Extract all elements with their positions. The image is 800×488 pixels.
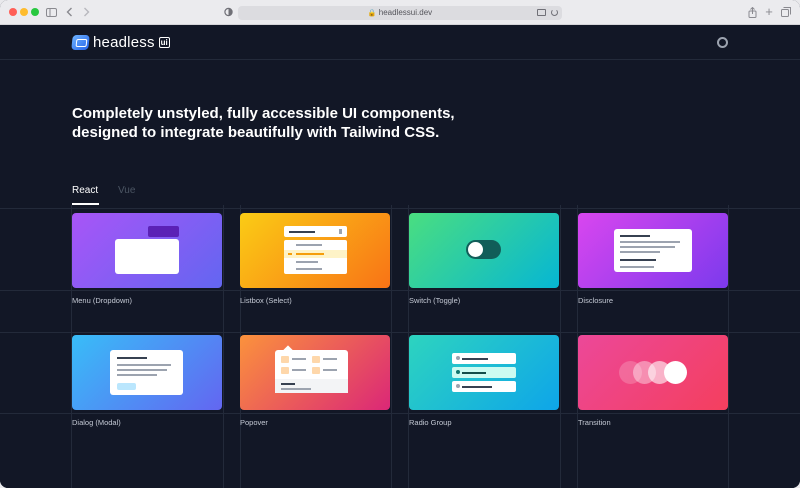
dialog-illustration [110, 350, 183, 395]
listbox-button-illustration [284, 226, 347, 237]
minimize-window-button[interactable] [20, 8, 28, 16]
translate-icon[interactable] [537, 9, 546, 16]
card-label-popover[interactable]: Popover [240, 418, 268, 427]
share-icon[interactable] [747, 6, 757, 18]
close-window-button[interactable] [9, 8, 17, 16]
back-icon[interactable] [64, 6, 74, 18]
github-icon[interactable] [717, 37, 728, 48]
transition-card[interactable] [578, 335, 728, 410]
divider [391, 205, 392, 488]
address-url: 🔒 headlessui.dev [367, 8, 433, 17]
divider [0, 59, 800, 60]
disclosure-panel-illustration [614, 229, 692, 272]
zoom-window-button[interactable] [31, 8, 39, 16]
active-tab-indicator [72, 203, 99, 205]
divider [0, 332, 800, 333]
menu-button-illustration [148, 226, 179, 237]
browser-window: 🔒 headlessui.dev + headless ui Completel… [0, 0, 800, 488]
card-label-switch[interactable]: Switch (Toggle) [409, 296, 460, 305]
card-label-radio-group[interactable]: Radio Group [409, 418, 452, 427]
menu-panel-illustration [115, 239, 179, 274]
logo-text: headless [93, 33, 155, 51]
dialog-modal-card[interactable] [72, 335, 222, 410]
divider [0, 290, 800, 291]
card-label-disclosure[interactable]: Disclosure [578, 296, 613, 305]
radio-option-illustration [452, 381, 516, 392]
page-title: Completely unstyled, fully accessible UI… [72, 105, 455, 141]
logo-mark-icon [71, 34, 90, 50]
transition-circle-illustration [664, 361, 687, 384]
tab-overview-icon[interactable] [780, 6, 792, 18]
menu-dropdown-card[interactable] [72, 213, 222, 288]
tab-react[interactable]: React [72, 185, 98, 196]
card-label-menu[interactable]: Menu (Dropdown) [72, 296, 132, 305]
listbox-select-card[interactable] [240, 213, 390, 288]
divider [0, 413, 800, 414]
divider [223, 205, 224, 488]
popover-card[interactable] [240, 335, 390, 410]
switch-toggle-card[interactable] [409, 213, 559, 288]
divider [560, 205, 561, 488]
divider [0, 208, 800, 209]
address-bar[interactable]: 🔒 headlessui.dev [238, 6, 562, 20]
listbox-options-illustration [284, 240, 347, 274]
reload-icon[interactable] [551, 9, 558, 16]
divider [728, 205, 729, 488]
lock-icon: 🔒 [367, 10, 377, 17]
popover-panel-illustration [275, 350, 348, 393]
card-label-listbox[interactable]: Listbox (Select) [240, 296, 292, 305]
logo-badge: ui [158, 36, 170, 48]
card-label-dialog[interactable]: Dialog (Modal) [72, 418, 121, 427]
forward-icon[interactable] [81, 6, 91, 18]
new-tab-icon[interactable]: + [764, 5, 774, 18]
sidebar-toggle-icon[interactable] [45, 6, 57, 18]
radio-group-card[interactable] [409, 335, 559, 410]
privacy-shield-icon[interactable] [223, 6, 233, 18]
disclosure-card[interactable] [578, 213, 728, 288]
page-content: headless ui Completely unstyled, fully a… [0, 25, 800, 488]
switch-illustration [466, 240, 501, 259]
browser-toolbar: 🔒 headlessui.dev + [0, 0, 800, 25]
logo[interactable]: headless ui [71, 33, 170, 51]
card-label-transition[interactable]: Transition [578, 418, 611, 427]
radio-option-selected-illustration [452, 367, 516, 378]
tab-vue[interactable]: Vue [118, 185, 135, 196]
radio-option-illustration [452, 353, 516, 364]
